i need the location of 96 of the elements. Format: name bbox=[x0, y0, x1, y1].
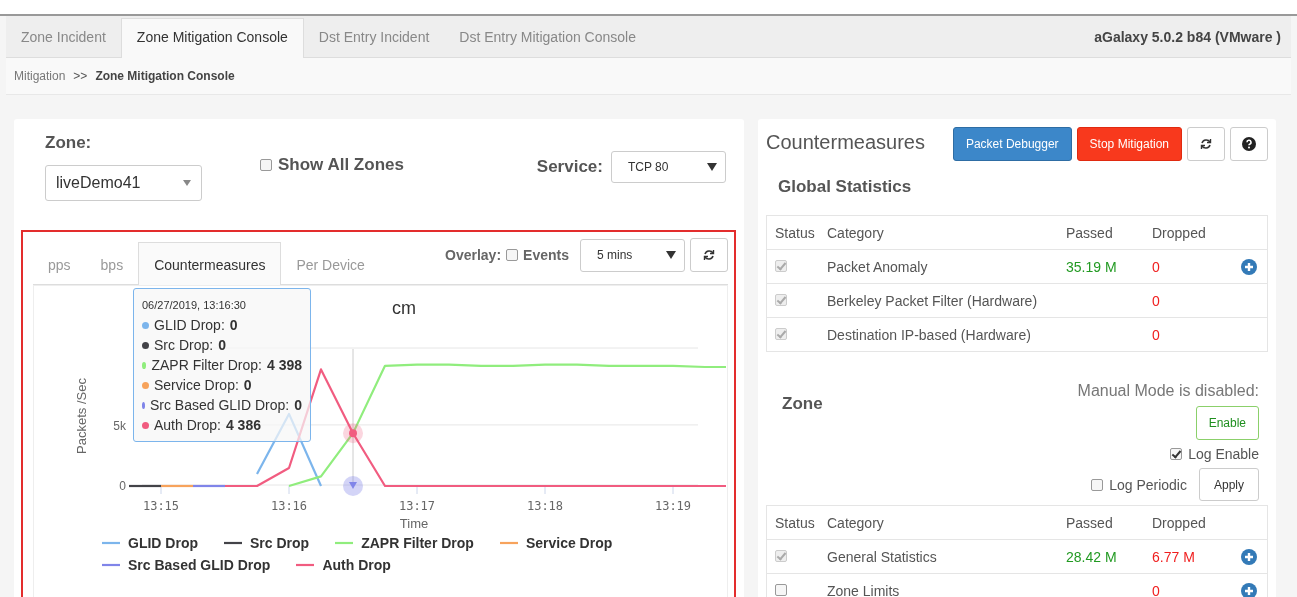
tooltip-series-name: Src Based GLID Drop: bbox=[149, 397, 290, 413]
column-header: Category bbox=[827, 224, 885, 241]
tooltip-value: 0 bbox=[229, 317, 238, 333]
column-header: Status bbox=[774, 224, 816, 241]
category-cell-text: Packet Anomaly bbox=[827, 258, 929, 275]
tooltip-series-name: Src Drop: bbox=[154, 337, 214, 353]
tooltip-value: 4 386 bbox=[225, 417, 261, 433]
legend-line-icon bbox=[296, 563, 315, 567]
zone-label: Zone: bbox=[45, 133, 93, 153]
breadcrumb-separator: >> bbox=[73, 69, 88, 83]
x-tick-label: 13:19 bbox=[654, 499, 692, 513]
caret-icon bbox=[183, 180, 191, 186]
tooltip-value: 0 bbox=[243, 377, 252, 393]
dropped-cell-text: 0 bbox=[1152, 258, 1161, 275]
service-label: Service: bbox=[536, 157, 603, 177]
column-header: Dropped bbox=[1152, 514, 1207, 531]
service-select[interactable]: TCP 80 bbox=[611, 151, 726, 183]
y-tick-label: 0 bbox=[119, 479, 126, 493]
action-button[interactable]: Stop Mitigation bbox=[1076, 127, 1182, 161]
x-tick-label: 13:16 bbox=[270, 499, 308, 513]
legend-item[interactable]: GLID Drop bbox=[128, 535, 198, 551]
hover-marker bbox=[343, 476, 363, 496]
chart-title: cm bbox=[392, 298, 416, 318]
legend-line-icon bbox=[335, 541, 354, 545]
tooltip-value: 4 398 bbox=[266, 357, 302, 373]
breadcrumb-current: Zone Mitigation Console bbox=[95, 69, 235, 83]
dropped-cell-text: 0 bbox=[1152, 326, 1161, 343]
passed-cell-text: 28.42 M bbox=[1066, 548, 1118, 565]
checkbox[interactable] bbox=[260, 159, 272, 171]
passed-cell-text: 35.19 M bbox=[1066, 258, 1118, 275]
tooltip-series-name: GLID Drop: bbox=[154, 317, 225, 333]
zone-select[interactable]: liveDemo41 bbox=[45, 165, 202, 201]
section-title: Global Statistics bbox=[777, 176, 913, 198]
version-label: aGalaxy 5.0.2 b84 (VMware ) bbox=[1094, 29, 1282, 47]
apply-button[interactable]: Apply bbox=[1198, 468, 1259, 501]
show-all-zones-label: Show All Zones bbox=[278, 155, 404, 175]
dropped-cell-text: 0 bbox=[1152, 292, 1161, 309]
chart-tab[interactable]: Countermeasures bbox=[138, 242, 282, 285]
dropped-cell-text: 6.77 M bbox=[1152, 548, 1196, 565]
legend-line-icon bbox=[102, 541, 120, 545]
log-enable-label: Log Enable bbox=[1188, 446, 1259, 462]
category-cell-text: General Statistics bbox=[827, 548, 938, 565]
column-header: Dropped bbox=[1152, 224, 1207, 241]
refresh-icon bbox=[703, 249, 715, 261]
tooltip-value: 0 bbox=[218, 337, 226, 353]
checkbox[interactable] bbox=[1091, 478, 1104, 491]
tooltip-series-name: Auth Drop: bbox=[154, 417, 221, 433]
dropped-cell-text: 0 bbox=[1152, 582, 1161, 597]
legend-line-icon bbox=[499, 541, 518, 545]
refresh-icon bbox=[1200, 138, 1212, 150]
checkbox[interactable] bbox=[506, 249, 519, 261]
legend-item[interactable]: Service Drop bbox=[525, 535, 613, 551]
category-cell-text: Zone Limits bbox=[827, 582, 901, 597]
panel-title: Countermeasures bbox=[766, 130, 925, 154]
legend-item[interactable]: ZAPR Filter Drop bbox=[361, 535, 474, 551]
column-header: Passed bbox=[1066, 224, 1114, 241]
x-axis-title: Time bbox=[399, 516, 429, 531]
tooltip-series-name: Service Drop: bbox=[154, 377, 239, 393]
range-select[interactable]: 5 mins bbox=[580, 238, 685, 272]
breadcrumb-link[interactable]: Mitigation bbox=[14, 69, 66, 83]
manual-mode-label: Manual Mode is disabled: bbox=[1077, 382, 1259, 400]
y-axis-title: Packets /Sec bbox=[74, 378, 89, 454]
y-tick-label: 5k bbox=[113, 418, 126, 433]
refresh-button[interactable] bbox=[690, 238, 728, 272]
legend-item[interactable]: Src Based GLID Drop bbox=[128, 557, 271, 573]
enable-button[interactable]: Enable bbox=[1195, 406, 1259, 440]
help-icon bbox=[1242, 137, 1256, 151]
log-periodic-label: Log Periodic bbox=[1109, 476, 1187, 493]
category-cell-text: Destination IP-based (Hardware) bbox=[827, 326, 1032, 343]
events-label: Events bbox=[523, 247, 569, 263]
checkbox[interactable] bbox=[775, 583, 787, 596]
caret-icon bbox=[707, 163, 717, 171]
caret-icon bbox=[666, 251, 676, 259]
hover-marker bbox=[343, 423, 363, 444]
legend-item[interactable]: Auth Drop bbox=[322, 557, 391, 573]
x-tick-label: 13:18 bbox=[526, 499, 564, 513]
legend-line-icon bbox=[224, 541, 242, 545]
legend-item[interactable]: Src Drop bbox=[250, 535, 310, 551]
category-cell-text: Berkeley Packet Filter (Hardware) bbox=[827, 292, 1039, 309]
plus-circle-icon[interactable] bbox=[1241, 582, 1257, 597]
refresh-button[interactable] bbox=[1187, 127, 1225, 161]
section-title: Zone bbox=[782, 393, 823, 415]
column-header: Status bbox=[774, 514, 816, 531]
tooltip-value: 0 bbox=[294, 397, 302, 413]
help-button[interactable] bbox=[1230, 127, 1268, 161]
column-header: Passed bbox=[1066, 514, 1114, 531]
x-tick-label: 13:15 bbox=[142, 499, 180, 513]
checkbox[interactable] bbox=[1170, 448, 1183, 460]
column-header: Category bbox=[827, 514, 885, 531]
action-button[interactable]: Packet Debugger bbox=[952, 127, 1072, 161]
tooltip-time: 06/27/2019, 13:16:30 bbox=[142, 299, 247, 311]
legend-line-icon bbox=[102, 563, 120, 567]
nav-tab[interactable]: Zone Mitigation Console bbox=[120, 18, 304, 58]
overlay-label: Overlay: bbox=[445, 247, 502, 263]
tooltip-series-name: ZAPR Filter Drop: bbox=[151, 357, 262, 373]
x-tick-label: 13:17 bbox=[398, 499, 436, 513]
